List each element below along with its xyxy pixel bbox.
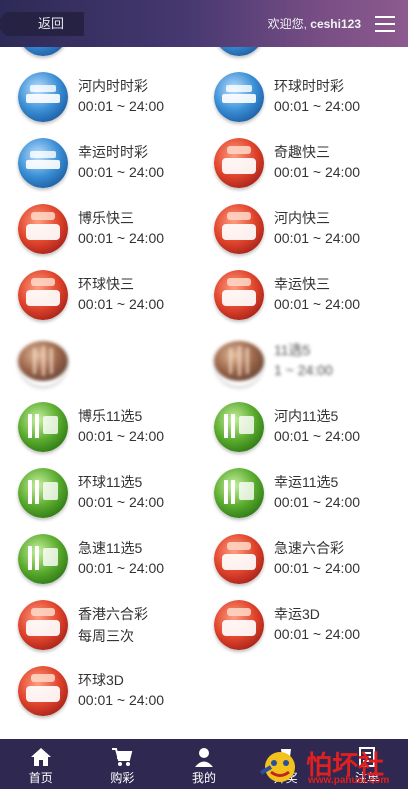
lottery-time: 00:01 ~ 24:00 bbox=[78, 494, 165, 510]
hamburger-menu-icon[interactable] bbox=[375, 16, 395, 32]
nav-home[interactable]: 首页 bbox=[0, 739, 82, 789]
lottery-item[interactable]: 环球时时彩 00:01 ~ 24:00 bbox=[196, 66, 392, 132]
lottery-name: 幸运3D bbox=[274, 606, 320, 622]
lottery-name: 环球3D bbox=[78, 672, 124, 688]
lottery-time: 00:01 ~ 24:00 bbox=[78, 230, 165, 246]
ssc-logo-icon bbox=[18, 72, 68, 122]
back-arrow-icon bbox=[0, 12, 6, 36]
k3-logo-icon bbox=[18, 204, 68, 254]
k3-logo-icon bbox=[214, 138, 264, 188]
lottery-name: 急速11选5 bbox=[78, 540, 143, 556]
lottery-time: 00:01 ~ 24:00 bbox=[78, 164, 165, 180]
lottery-name: 河内11选5 bbox=[274, 408, 339, 424]
k3-logo-icon bbox=[214, 270, 264, 320]
pk10-logo-icon bbox=[18, 336, 68, 386]
lottery-name: 幸运快三 bbox=[274, 276, 330, 292]
lottery-time: 每周三次 bbox=[78, 628, 134, 644]
lottery-item[interactable]: 幸运快三 00:01 ~ 24:00 bbox=[196, 264, 392, 330]
top-header: 返回 欢迎您, ceshi123 bbox=[0, 0, 408, 47]
x5-logo-icon bbox=[18, 402, 68, 452]
lottery-time: 00:01 ~ 24:00 bbox=[274, 626, 361, 642]
lottery-list-page: 00:01 ~ 24:00 00:01 ~ 24:00 河内时时彩 00:01 ~ 2… bbox=[0, 0, 408, 789]
lottery-time: 00:01 ~ 24:00 bbox=[274, 428, 361, 444]
k3-logo-icon bbox=[214, 204, 264, 254]
lottery-time: 00:01 ~ 24:00 bbox=[274, 560, 361, 576]
lottery-name: 河内时时彩 bbox=[78, 78, 148, 94]
lottery-name: 博乐11选5 bbox=[78, 408, 143, 424]
lottery-item[interactable]: 幸运3D 00:01 ~ 24:00 bbox=[196, 594, 392, 660]
lottery-name: 急速六合彩 bbox=[274, 540, 344, 556]
lottery-item[interactable]: 急速11选5 00:01 ~ 24:00 bbox=[0, 528, 196, 594]
nav-buy-label: 购彩 bbox=[110, 771, 135, 785]
lottery-item[interactable]: 环球3D 00:01 ~ 24:00 bbox=[0, 660, 196, 726]
watermark-url: www.pahuai.com bbox=[308, 775, 390, 786]
user-icon bbox=[194, 748, 213, 767]
x5-logo-icon bbox=[214, 468, 264, 518]
lottery-name: 环球快三 bbox=[78, 276, 134, 292]
3d-logo-icon bbox=[18, 666, 68, 716]
home-icon bbox=[30, 748, 51, 766]
lottery-time: 00:01 ~ 24:00 bbox=[78, 560, 165, 576]
x5-logo-icon bbox=[18, 468, 68, 518]
lottery-name: 幸运11选5 bbox=[274, 474, 339, 490]
lottery-item[interactable]: 急速六合彩 00:01 ~ 24:00 bbox=[196, 528, 392, 594]
lottery-time: 1 ~ 24:00 bbox=[274, 362, 333, 378]
lottery-name: 奇趣快三 bbox=[274, 144, 330, 160]
lottery-item[interactable]: 河内时时彩 00:01 ~ 24:00 bbox=[0, 66, 196, 132]
lottery-item[interactable]: 11选5 1 ~ 24:00 bbox=[196, 330, 392, 396]
ssc-logo-icon bbox=[214, 72, 264, 122]
lottery-time: 00:01 ~ 24:00 bbox=[274, 164, 361, 180]
lottery-item[interactable]: 河内快三 00:01 ~ 24:00 bbox=[196, 198, 392, 264]
nav-buy[interactable]: 购彩 bbox=[82, 739, 164, 789]
welcome-prefix: 欢迎您, bbox=[267, 17, 307, 31]
lottery-item[interactable]: 环球快三 00:01 ~ 24:00 bbox=[0, 264, 196, 330]
nav-home-label: 首页 bbox=[28, 771, 53, 785]
lottery-time: 00:01 ~ 24:00 bbox=[274, 230, 361, 246]
lottery-time: 00:01 ~ 24:00 bbox=[78, 98, 165, 114]
k3-logo-icon bbox=[18, 270, 68, 320]
lottery-time: 00:01 ~ 24:00 bbox=[78, 296, 165, 312]
x5-logo-icon bbox=[18, 534, 68, 584]
3d-logo-icon bbox=[214, 600, 264, 650]
lottery-time: 00:01 ~ 24:00 bbox=[274, 98, 361, 114]
lottery-name: 幸运时时彩 bbox=[78, 144, 148, 160]
lottery-item[interactable]: 博乐11选5 00:01 ~ 24:00 bbox=[0, 396, 196, 462]
watermark-logo-icon bbox=[259, 752, 295, 782]
lottery-item[interactable]: 环球11选5 00:01 ~ 24:00 bbox=[0, 462, 196, 528]
lottery-item[interactable]: 奇趣快三 00:01 ~ 24:00 bbox=[196, 132, 392, 198]
lottery-item[interactable]: 幸运11选5 00:01 ~ 24:00 bbox=[196, 462, 392, 528]
lottery-name: 环球时时彩 bbox=[274, 78, 344, 94]
welcome-text: 欢迎您, ceshi123 bbox=[268, 15, 361, 32]
lottery-time: 00:01 ~ 24:00 bbox=[78, 428, 165, 444]
nav-mine-label: 我的 bbox=[191, 771, 216, 785]
username: ceshi123 bbox=[310, 17, 361, 31]
lottery-name: 环球11选5 bbox=[78, 474, 143, 490]
lottery-time: 00:01 ~ 24:00 bbox=[274, 296, 361, 312]
lhc-logo-icon bbox=[214, 534, 264, 584]
cart-icon bbox=[112, 748, 133, 766]
lottery-name: 河内快三 bbox=[274, 210, 330, 226]
lottery-item[interactable] bbox=[0, 330, 196, 396]
lottery-time: 00:01 ~ 24:00 bbox=[78, 692, 165, 708]
ssc-logo-icon bbox=[18, 138, 68, 188]
nav-mine[interactable]: 我的 bbox=[163, 739, 245, 789]
lottery-item[interactable]: 河内11选5 00:01 ~ 24:00 bbox=[196, 396, 392, 462]
lottery-time: 00:01 ~ 24:00 bbox=[274, 494, 361, 510]
watermark: 怕坏社区 www.pahuai.com bbox=[256, 743, 406, 789]
lottery-item[interactable]: 幸运时时彩 00:01 ~ 24:00 bbox=[0, 132, 196, 198]
pk10-logo-icon bbox=[214, 336, 264, 386]
back-button[interactable]: 返回 bbox=[0, 12, 84, 36]
lottery-name: 11选5 bbox=[274, 342, 311, 358]
lottery-item[interactable]: 香港六合彩 每周三次 bbox=[0, 594, 196, 660]
lhc-logo-icon bbox=[18, 600, 68, 650]
lottery-item[interactable]: 博乐快三 00:01 ~ 24:00 bbox=[0, 198, 196, 264]
x5-logo-icon bbox=[214, 402, 264, 452]
lottery-name: 博乐快三 bbox=[78, 210, 134, 226]
lottery-name: 香港六合彩 bbox=[78, 606, 148, 622]
back-label: 返回 bbox=[38, 16, 65, 31]
